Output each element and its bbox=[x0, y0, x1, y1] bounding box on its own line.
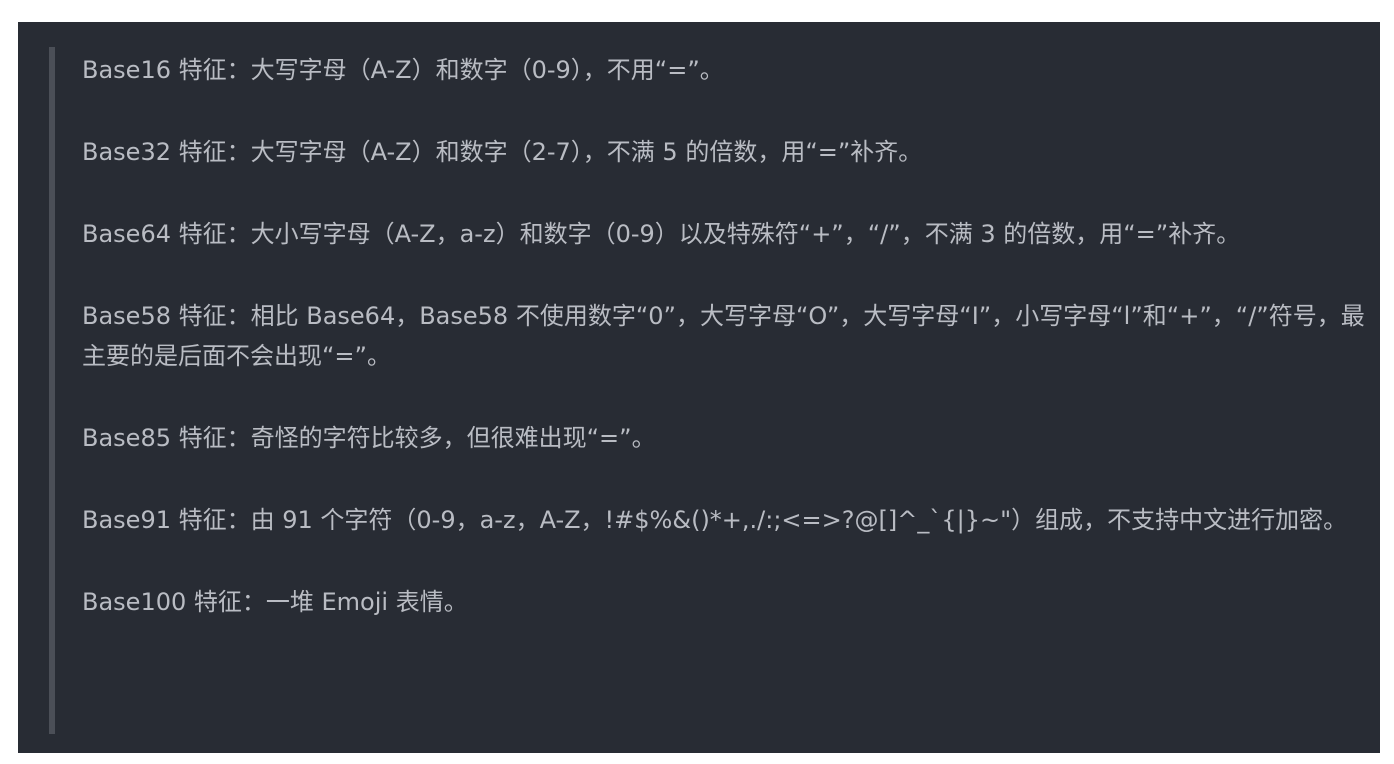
blockquote-panel: Base16 特征：大写字母（A-Z）和数字（0-9），不用“=”。 Base3… bbox=[18, 22, 1380, 753]
paragraph-base16: Base16 特征：大写字母（A-Z）和数字（0-9），不用“=”。 bbox=[82, 56, 724, 84]
paragraph-base91: Base91 特征：由 91 个字符（0-9，a-z，A-Z，!#$%&()*+… bbox=[82, 506, 1348, 534]
paragraph-base64: Base64 特征：大小写字母（A-Z，a-z）和数字（0-9）以及特殊符“+”… bbox=[82, 220, 1241, 248]
paragraph-base58: Base58 特征：相比 Base64，Base58 不使用数字“0”，大写字母… bbox=[82, 302, 1365, 370]
blockquote-bar bbox=[49, 47, 55, 734]
blockquote-content: Base16 特征：大写字母（A-Z）和数字（0-9），不用“=”。 Base3… bbox=[82, 50, 1367, 622]
paragraph-base85: Base85 特征：奇怪的字符比较多，但很难出现“=”。 bbox=[82, 424, 656, 452]
paragraph-base100: Base100 特征：一堆 Emoji 表情。 bbox=[82, 588, 468, 616]
paragraph-base32: Base32 特征：大写字母（A-Z）和数字（2-7），不满 5 的倍数，用“=… bbox=[82, 138, 923, 166]
